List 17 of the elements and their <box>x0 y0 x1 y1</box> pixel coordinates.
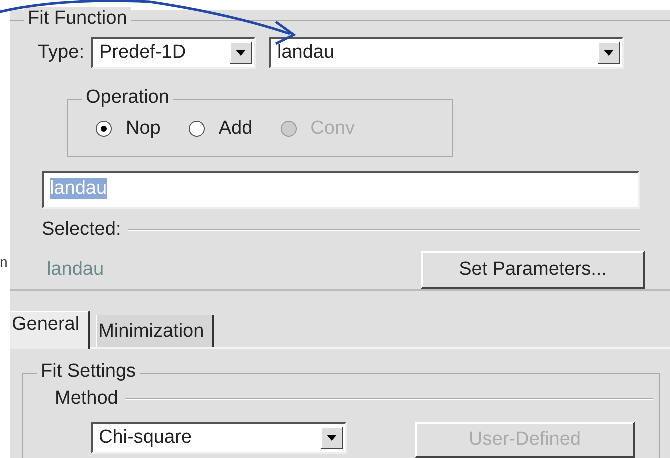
tab[interactable]: Minimization <box>96 315 214 347</box>
radio-label[interactable]: Add <box>218 118 253 140</box>
group-title: Operation <box>82 86 174 110</box>
selected-label: Selected: <box>42 219 122 241</box>
group-title: Fit Settings <box>37 360 140 384</box>
radio-button[interactable] <box>188 121 205 137</box>
set-parameters-button[interactable]: Set Parameters... <box>421 251 645 289</box>
side-text: n <box>0 254 8 270</box>
selected-value: landau <box>47 259 104 281</box>
method-label: Method <box>55 388 118 410</box>
tab[interactable]: General <box>10 311 90 349</box>
method-dropdown[interactable]: Chi-square <box>91 422 347 454</box>
radio-button[interactable] <box>96 121 112 137</box>
type-dropdown[interactable]: Predef-1D <box>91 37 256 69</box>
radio-label[interactable]: Nop <box>126 118 161 140</box>
function-dropdown[interactable]: landau <box>269 37 624 69</box>
type-label: Type: <box>38 42 84 64</box>
